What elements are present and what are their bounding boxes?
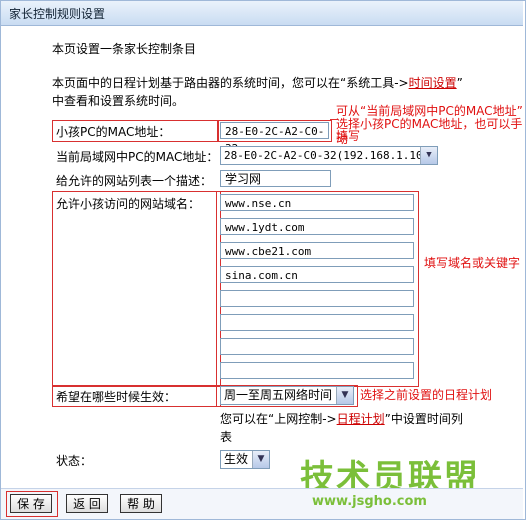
title-bar: 家长控制规则设置 <box>1 1 523 26</box>
effective-label: 希望在哪些时候生效： <box>56 390 177 404</box>
domain-input-3[interactable]: www.cbe21.com <box>220 242 414 259</box>
domain-input-5[interactable] <box>220 290 414 307</box>
schedule-note-text-2: ”中设置时间列 <box>384 412 463 426</box>
status-label: 状态： <box>56 454 93 468</box>
chevron-down-icon[interactable]: ▼ <box>336 387 353 404</box>
domain-input-6[interactable] <box>220 314 414 331</box>
window-title: 家长控制规则设置 <box>9 7 106 21</box>
schedule-link[interactable]: 日程计划 <box>337 412 385 426</box>
domain-input-4[interactable]: sina.com.cn <box>220 266 414 283</box>
domains-label-highlight <box>52 191 221 387</box>
effective-select-value: 周一至周五网络时间 <box>224 388 333 402</box>
schedule-note: 您可以在“上网控制->日程计划”中设置时间列 <box>220 410 463 427</box>
mac-hint-line3: 填写 <box>336 129 361 143</box>
chevron-down-icon[interactable]: ▼ <box>420 147 437 164</box>
schedule-note-line2: 表 <box>220 430 233 444</box>
desc-label: 给允许的网站列表一个描述： <box>56 174 213 188</box>
chevron-down-icon[interactable]: ▼ <box>252 451 269 468</box>
desc-input[interactable]: 学习网 <box>220 170 331 187</box>
lan-mac-select[interactable]: 28-E0-2C-A2-C0-32(192.168.1.100) ▼ <box>220 146 438 165</box>
intro-text-2: ” <box>456 76 463 90</box>
status-select-value: 生效 <box>224 452 249 466</box>
save-button[interactable]: 保 存 <box>10 494 52 513</box>
domains-label: 允许小孩访问的网站域名： <box>56 197 201 211</box>
mac-hint-line2: 选择小孩PC的MAC地址，也可以手动 <box>336 117 523 146</box>
back-button[interactable]: 返 回 <box>66 494 108 513</box>
schedule-hint: 选择之前设置的日程计划 <box>360 388 493 402</box>
time-settings-link[interactable]: 时间设置 <box>409 76 457 90</box>
page-heading: 本页设置一条家长控制条目 <box>52 42 197 56</box>
schedule-note-text-1: 您可以在“上网控制-> <box>220 412 337 426</box>
domain-input-7[interactable] <box>220 338 414 355</box>
help-button[interactable]: 帮 助 <box>120 494 162 513</box>
intro-text-1: 本页面中的日程计划基于路由器的系统时间，您可以在“系统工具-> <box>52 76 409 90</box>
domain-input-1[interactable]: www.nse.cn <box>220 194 414 211</box>
lan-mac-select-value: 28-E0-2C-A2-C0-32(192.168.1.100) <box>224 149 436 162</box>
child-mac-input[interactable]: 28-E0-2C-A2-C0-32 <box>220 122 329 155</box>
child-mac-label: 小孩PC的MAC地址： <box>56 125 171 139</box>
domain-hint: 填写域名或关键字 <box>424 256 521 270</box>
domain-input-8[interactable] <box>220 362 414 379</box>
lan-mac-label: 当前局域网中PC的MAC地址： <box>56 150 219 164</box>
intro-description: 本页面中的日程计划基于路由器的系统时间，您可以在“系统工具->时间设置” <box>52 74 463 91</box>
intro-description-line2: 中查看和设置系统时间。 <box>52 94 185 108</box>
watermark-url: www.jsgho.com <box>312 494 427 509</box>
status-select[interactable]: 生效 ▼ <box>220 450 270 469</box>
effective-select[interactable]: 周一至周五网络时间 ▼ <box>220 386 354 405</box>
domain-input-2[interactable]: www.1ydt.com <box>220 218 414 235</box>
